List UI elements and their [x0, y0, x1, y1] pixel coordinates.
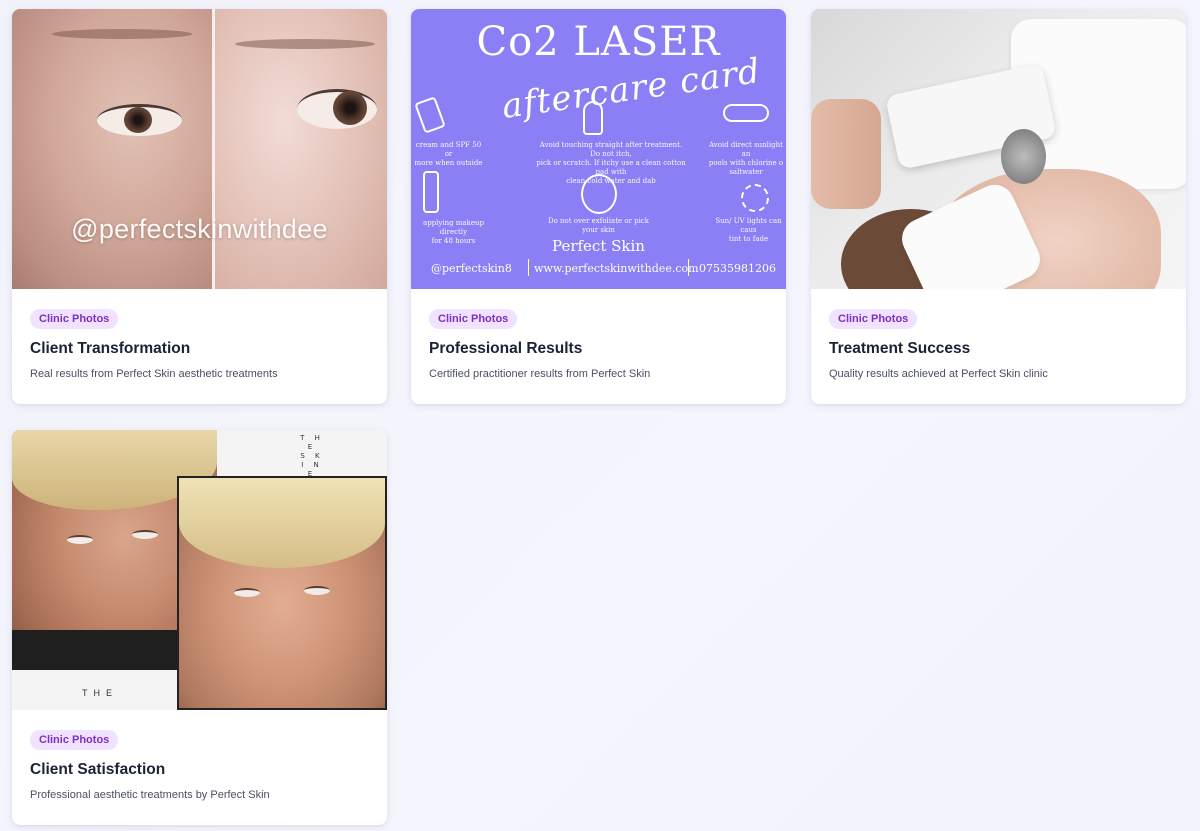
tip-exfoliate: Do not over exfoliate or pick your skin — [547, 217, 650, 234]
category-badge: Clinic Photos — [30, 309, 119, 329]
category-badge: Clinic Photos — [429, 309, 518, 329]
card-image-face-before-after: T H ES K I NE D I T THE — [12, 430, 387, 710]
card-image-laser-treatment — [811, 9, 1186, 289]
face-towel-icon — [581, 174, 617, 214]
after-photo — [215, 9, 387, 289]
aftercare-brand: Perfect Skin — [552, 237, 645, 255]
instagram-handle: @perfectskin8 — [431, 262, 512, 275]
card-description: Quality results achieved at Perfect Skin… — [829, 368, 1048, 380]
card-image-eye-before-after: @perfectskinwithdee — [12, 9, 387, 289]
image-watermark: @perfectskinwithdee — [71, 214, 328, 244]
tip-spf: cream and SPF 50 or more when outside — [414, 141, 483, 167]
gallery-card-professional-results[interactable]: Co2 LASER aftercare card cream and SPF 5… — [411, 9, 786, 404]
sunscreen-icon — [414, 96, 446, 134]
gallery-grid: @perfectskinwithdee Clinic Photos Client… — [0, 0, 1200, 831]
card-description: Certified practitioner results from Perf… — [429, 368, 651, 380]
swim-icon — [723, 104, 769, 122]
phone-number: 07535981206 — [699, 262, 776, 275]
makeup-icon — [423, 171, 439, 213]
hand-icon — [583, 101, 603, 135]
tip-sunlight: Avoid direct sunlight an pools with chlo… — [708, 141, 784, 176]
gallery-card-client-transformation[interactable]: @perfectskinwithdee Clinic Photos Client… — [12, 9, 387, 404]
card-title: Client Satisfaction — [30, 761, 166, 778]
after-photo — [177, 476, 387, 710]
card-title: Treatment Success — [829, 340, 971, 357]
practitioner-arm — [811, 99, 881, 209]
card-description: Professional aesthetic treatments by Per… — [30, 789, 270, 801]
category-badge: Clinic Photos — [829, 309, 918, 329]
sun-icon — [741, 184, 769, 212]
before-photo — [12, 9, 212, 289]
card-description: Real results from Perfect Skin aesthetic… — [30, 368, 278, 380]
gallery-card-client-satisfaction[interactable]: T H ES K I NE D I T THE Clinic Photos Cl… — [12, 430, 387, 825]
card-title: Client Transformation — [30, 340, 191, 357]
category-badge: Clinic Photos — [30, 730, 119, 750]
card-title: Professional Results — [429, 340, 583, 357]
logo-text-bottom: THE — [82, 688, 118, 698]
card-image-aftercare-card: Co2 LASER aftercare card cream and SPF 5… — [411, 9, 786, 289]
gallery-card-treatment-success[interactable]: Clinic Photos Treatment Success Quality … — [811, 9, 1186, 404]
website-url: www.perfectskinwithdee.com — [534, 262, 699, 275]
